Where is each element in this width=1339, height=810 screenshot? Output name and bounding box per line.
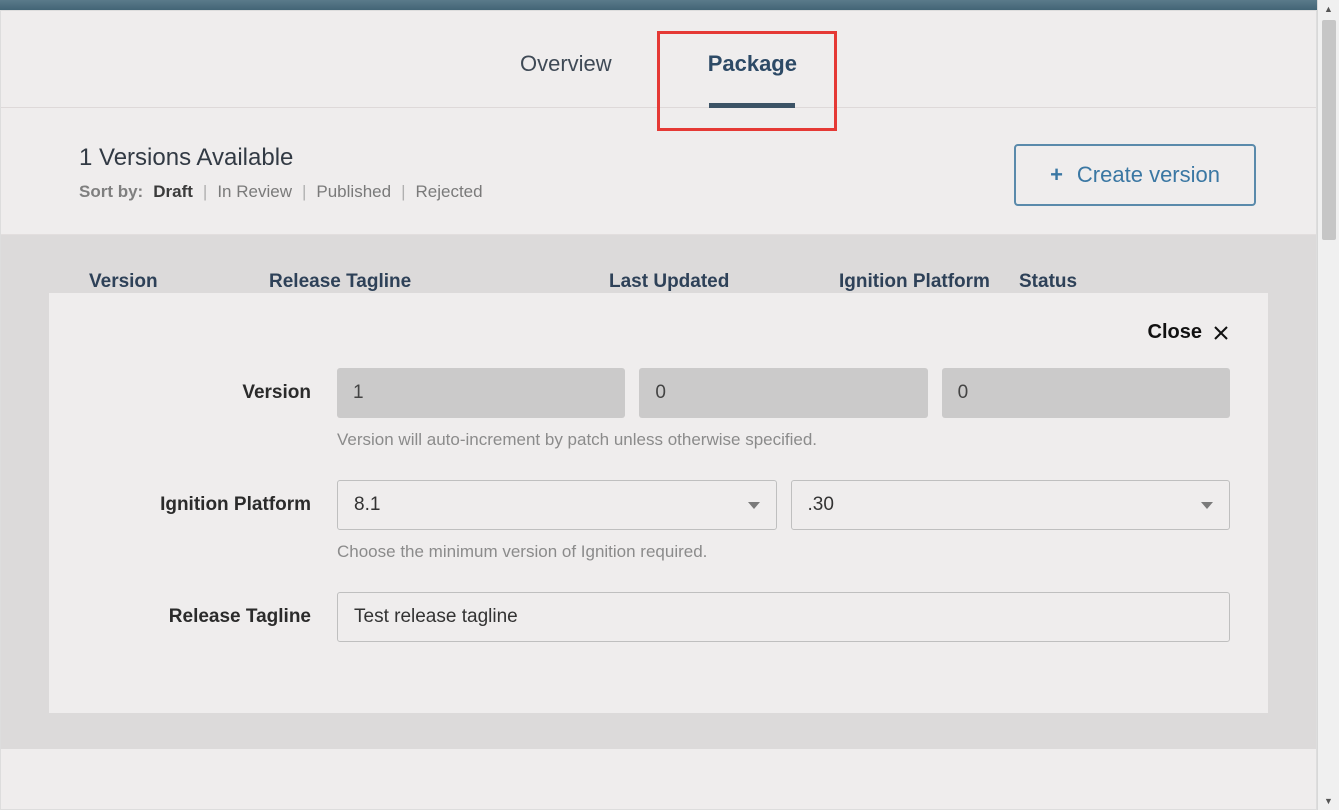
- version-form-panel: Close Version Version will auto-incremen…: [49, 293, 1268, 713]
- table-header-strip: Version Release Tagline Last Updated Ign…: [1, 235, 1316, 749]
- plus-icon: +: [1050, 162, 1063, 188]
- sort-option-published[interactable]: Published: [316, 182, 391, 202]
- tab-overview[interactable]: Overview: [472, 21, 660, 107]
- version-label: Version: [87, 368, 337, 407]
- version-patch-input[interactable]: [942, 368, 1230, 418]
- col-status: Status: [1019, 271, 1268, 293]
- platform-hint: Choose the minimum version of Ignition r…: [337, 542, 1230, 562]
- platform-major-select[interactable]: 8.1: [337, 480, 777, 530]
- tab-package[interactable]: Package: [660, 21, 845, 107]
- main-content: Overview Package 1 Versions Available So…: [0, 10, 1317, 810]
- sort-option-rejected[interactable]: Rejected: [415, 182, 482, 202]
- col-tagline: Release Tagline: [269, 271, 609, 293]
- col-version: Version: [89, 271, 269, 293]
- close-button[interactable]: Close: [1148, 321, 1202, 344]
- header-section: 1 Versions Available Sort by: Draft | In…: [1, 108, 1316, 235]
- tagline-input[interactable]: [337, 592, 1230, 642]
- version-hint: Version will auto-increment by patch unl…: [337, 430, 1230, 450]
- platform-major-value: 8.1: [354, 494, 380, 516]
- scroll-thumb[interactable]: [1322, 20, 1336, 240]
- create-version-button[interactable]: + Create version: [1014, 144, 1256, 206]
- chevron-down-icon: [1201, 502, 1213, 509]
- sort-option-draft[interactable]: Draft: [153, 182, 193, 202]
- col-platform: Ignition Platform: [839, 271, 1019, 293]
- close-icon[interactable]: [1212, 324, 1230, 342]
- tagline-label: Release Tagline: [87, 592, 337, 631]
- scroll-down-arrow[interactable]: ▼: [1318, 792, 1339, 810]
- platform-minor-value: .30: [808, 494, 834, 516]
- window-title-bar: [0, 0, 1339, 10]
- sort-option-in-review[interactable]: In Review: [217, 182, 292, 202]
- versions-count: 1 Versions Available: [79, 144, 483, 172]
- platform-label: Ignition Platform: [87, 480, 337, 519]
- version-major-input[interactable]: [337, 368, 625, 418]
- sort-row: Sort by: Draft | In Review | Published |…: [79, 182, 483, 202]
- col-updated: Last Updated: [609, 271, 839, 293]
- scroll-up-arrow[interactable]: ▲: [1318, 0, 1339, 18]
- vertical-scrollbar[interactable]: ▲ ▼: [1317, 0, 1339, 810]
- version-minor-input[interactable]: [639, 368, 927, 418]
- sort-by-label: Sort by:: [79, 182, 143, 202]
- tabs-row: Overview Package: [1, 11, 1316, 108]
- chevron-down-icon: [748, 502, 760, 509]
- platform-minor-select[interactable]: .30: [791, 480, 1231, 530]
- create-version-label: Create version: [1077, 162, 1220, 188]
